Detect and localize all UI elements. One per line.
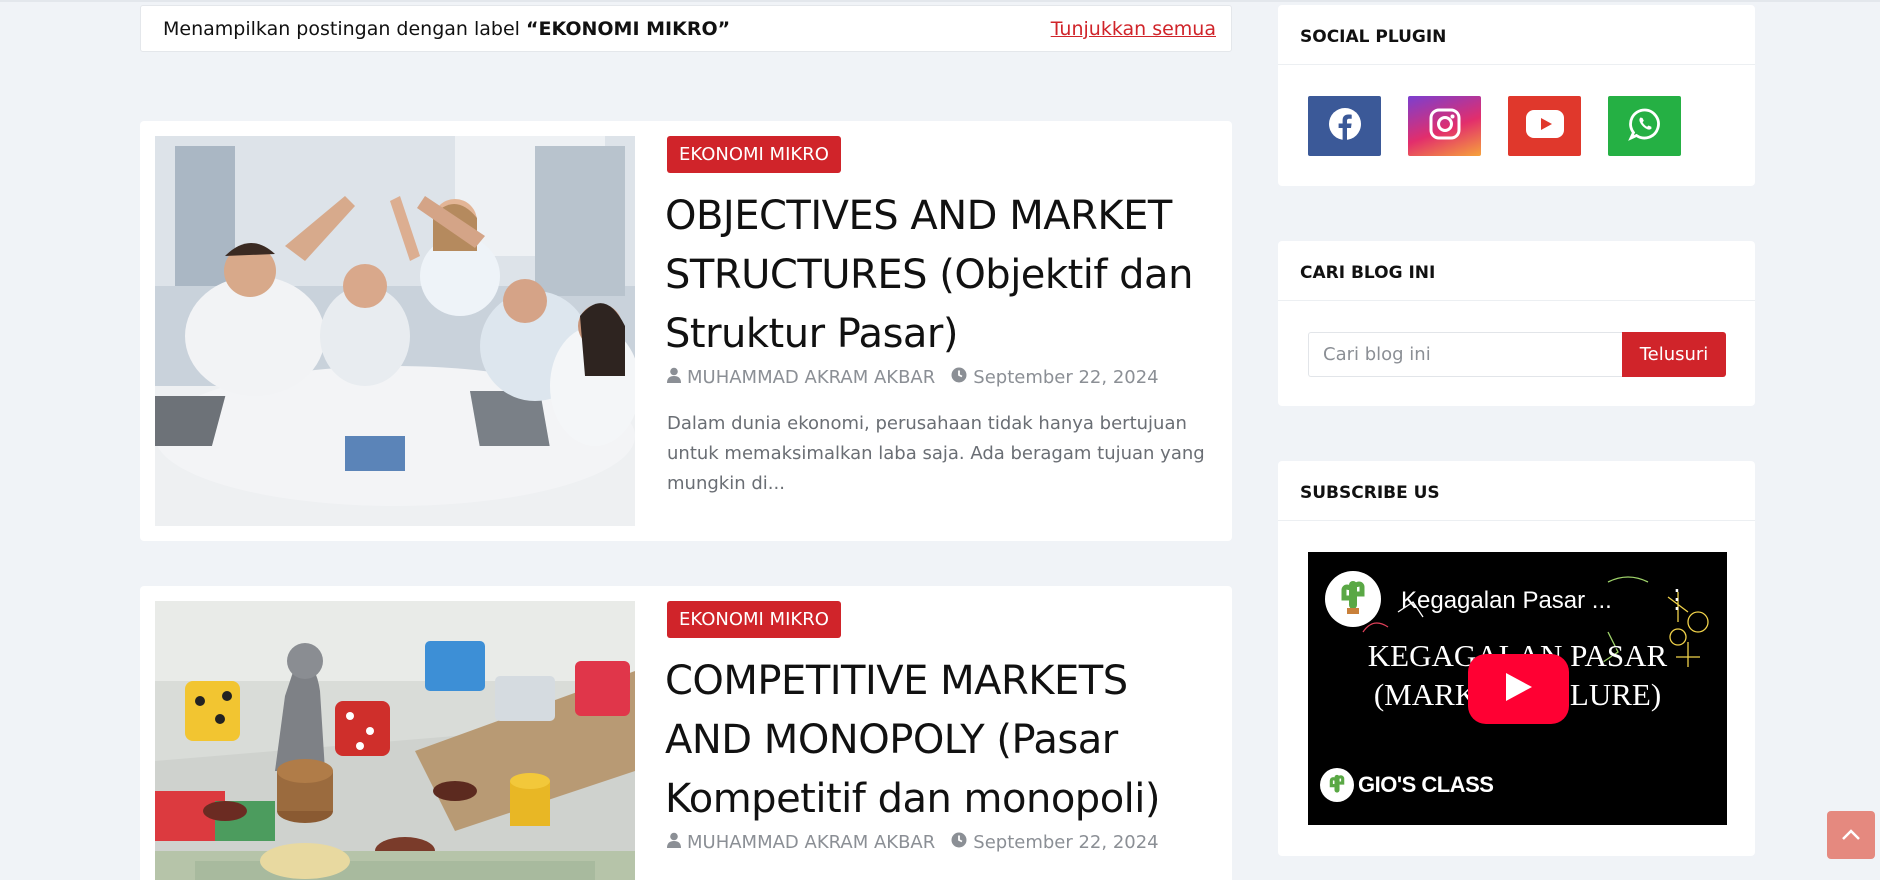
- post-thumbnail[interactable]: [155, 601, 635, 880]
- label-name: “EKONOMI MIKRO”: [526, 18, 731, 40]
- facebook-button[interactable]: [1308, 96, 1381, 156]
- play-button[interactable]: [1468, 654, 1569, 724]
- show-all-link[interactable]: Tunjukkan semua: [1051, 18, 1216, 40]
- chevron-up-icon: [1841, 826, 1861, 845]
- back-to-top-button[interactable]: [1827, 811, 1875, 859]
- widget-divider: [1278, 520, 1755, 521]
- youtube-icon: [1525, 110, 1564, 142]
- instagram-icon: [1429, 108, 1461, 144]
- whatsapp-icon: [1627, 107, 1662, 145]
- more-options-icon[interactable]: · · ·: [1673, 579, 1681, 621]
- clock-icon: [951, 367, 967, 388]
- top-border: [0, 0, 1880, 2]
- post-author: MUHAMMAD AKRAM AKBAR: [667, 832, 935, 853]
- post-date: September 22, 2024: [951, 367, 1159, 388]
- post-card: EKONOMI MIKRO OBJECTIVES AND MARKET STRU…: [140, 121, 1232, 541]
- social-links: [1308, 96, 1681, 156]
- widget-divider: [1278, 64, 1755, 65]
- user-icon: [667, 367, 681, 388]
- search-button[interactable]: Telusuri: [1622, 332, 1726, 377]
- whatsapp-button[interactable]: [1608, 96, 1681, 156]
- post-card: EKONOMI MIKRO COMPETITIVE MARKETS AND MO…: [140, 586, 1232, 880]
- search-widget: CARI BLOG INI Telusuri: [1278, 241, 1755, 406]
- post-tag[interactable]: EKONOMI MIKRO: [667, 136, 841, 173]
- office-team-image: [155, 136, 635, 526]
- post-tag[interactable]: EKONOMI MIKRO: [667, 601, 841, 638]
- widget-title: CARI BLOG INI: [1300, 263, 1436, 283]
- clock-icon: [951, 832, 967, 853]
- label-banner: Menampilkan postingan dengan label “EKON…: [140, 5, 1232, 52]
- post-meta: MUHAMMAD AKRAM AKBAR September 22, 2024: [667, 832, 1159, 853]
- post-date: September 22, 2024: [951, 832, 1159, 853]
- cactus-icon: [1320, 768, 1354, 802]
- post-author: MUHAMMAD AKRAM AKBAR: [667, 367, 935, 388]
- post-title[interactable]: COMPETITIVE MARKETS AND MONOPOLY (Pasar …: [665, 652, 1210, 829]
- user-icon: [667, 832, 681, 853]
- board-game-image: [155, 601, 635, 880]
- play-icon: [1504, 671, 1534, 707]
- post-thumbnail[interactable]: [155, 136, 635, 526]
- youtube-button[interactable]: [1508, 96, 1581, 156]
- post-author-name: MUHAMMAD AKRAM AKBAR: [687, 832, 936, 853]
- label-prefix: Menampilkan postingan dengan label: [163, 18, 526, 40]
- instagram-button[interactable]: [1408, 96, 1481, 156]
- cactus-icon: [1338, 578, 1368, 620]
- post-meta: MUHAMMAD AKRAM AKBAR September 22, 2024: [667, 367, 1159, 388]
- post-date-text: September 22, 2024: [973, 367, 1159, 388]
- video-title[interactable]: Kegagalan Pasar ...: [1401, 587, 1612, 615]
- post-author-name: MUHAMMAD AKRAM AKBAR: [687, 367, 936, 388]
- widget-divider: [1278, 300, 1755, 301]
- social-plugin-widget: SOCIAL PLUGIN: [1278, 5, 1755, 186]
- channel-brand: GIO'S CLASS: [1320, 768, 1494, 802]
- subscribe-widget: SUBSCRIBE US Kegagalan Pasar ... · · · KEG…: [1278, 461, 1755, 856]
- widget-title: SUBSCRIBE US: [1300, 483, 1440, 503]
- post-date-text: September 22, 2024: [973, 832, 1159, 853]
- facebook-icon: [1328, 107, 1362, 145]
- search-input[interactable]: [1308, 332, 1622, 377]
- channel-name: GIO'S CLASS: [1358, 772, 1494, 797]
- post-title[interactable]: OBJECTIVES AND MARKET STRUCTURES (Objekt…: [665, 187, 1210, 364]
- widget-title: SOCIAL PLUGIN: [1300, 27, 1447, 47]
- youtube-video-embed[interactable]: Kegagalan Pasar ... · · · KEGAGALAN PASAR …: [1308, 552, 1727, 825]
- label-message: Menampilkan postingan dengan label “EKON…: [163, 18, 730, 40]
- post-excerpt: Dalam dunia ekonomi, perusahaan tidak ha…: [667, 413, 1205, 494]
- channel-avatar[interactable]: [1325, 571, 1381, 627]
